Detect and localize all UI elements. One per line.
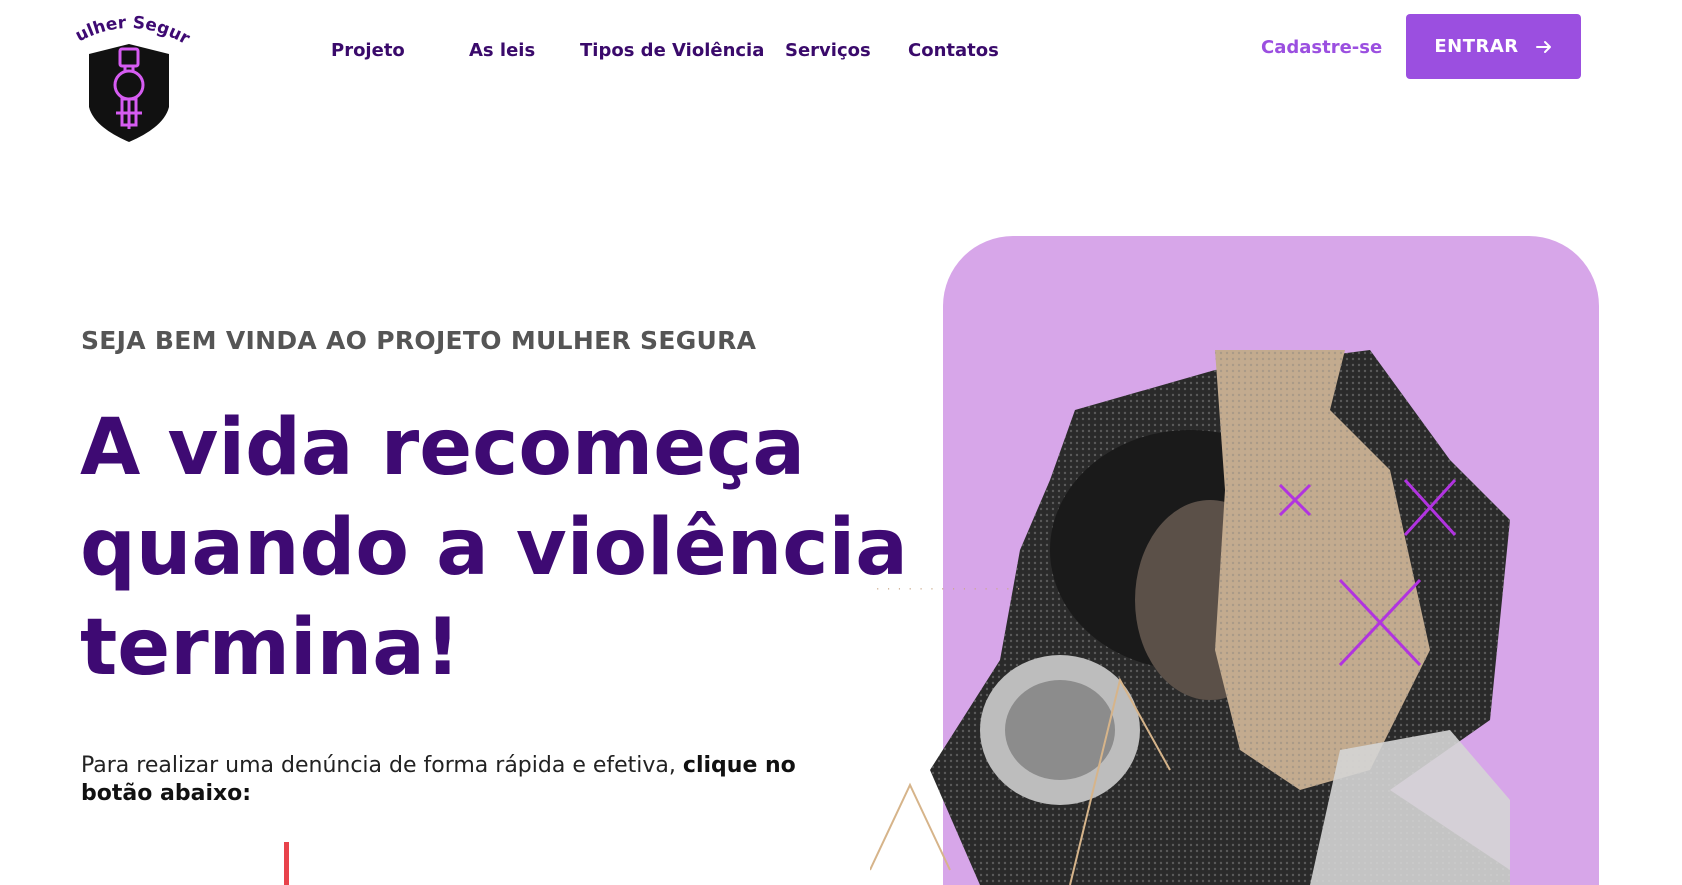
hero-kicker: SEJA BEM VINDA AO PROJETO MULHER SEGURA <box>81 326 757 355</box>
nav-as-leis[interactable]: As leis <box>469 40 535 61</box>
shield-logo-icon: Mulher Segura <box>64 12 193 142</box>
headline-line-3: termina! <box>80 603 461 693</box>
nav-tipos-de-violencia[interactable]: Tipos de Violência <box>580 40 764 61</box>
login-button-label: ENTRAR <box>1434 36 1519 57</box>
svg-text:1 · · · · · · · · · · · · · ·: 1 · · · · · · · · · · · · · · · · · · · <box>870 585 1021 595</box>
report-button-edge[interactable] <box>284 842 289 885</box>
arrow-right-icon <box>1535 40 1551 53</box>
hero-headline: A vida recomeça quando a violência termi… <box>80 398 908 698</box>
hero-collage-image: 1 · · · · · · · · · · · · · · · · · · · <box>870 350 1630 885</box>
nav-projeto[interactable]: Projeto <box>331 40 405 61</box>
signup-link[interactable]: Cadastre-se <box>1261 37 1382 58</box>
lead-text: Para realizar uma denúncia de forma rápi… <box>81 753 676 778</box>
logo[interactable]: Mulher Segura <box>64 12 194 142</box>
logo-text: Mulher Segura <box>64 12 193 49</box>
login-button[interactable]: ENTRAR <box>1406 14 1581 79</box>
hero-lead: Para realizar uma denúncia de forma rápi… <box>81 752 841 808</box>
svg-text:Mulher Segura: Mulher Segura <box>64 12 193 49</box>
nav-servicos[interactable]: Serviços <box>785 40 871 61</box>
headline-line-1: A vida recomeça <box>80 403 805 493</box>
nav-contatos[interactable]: Contatos <box>908 40 999 61</box>
headline-line-2: quando a violência <box>80 503 908 593</box>
